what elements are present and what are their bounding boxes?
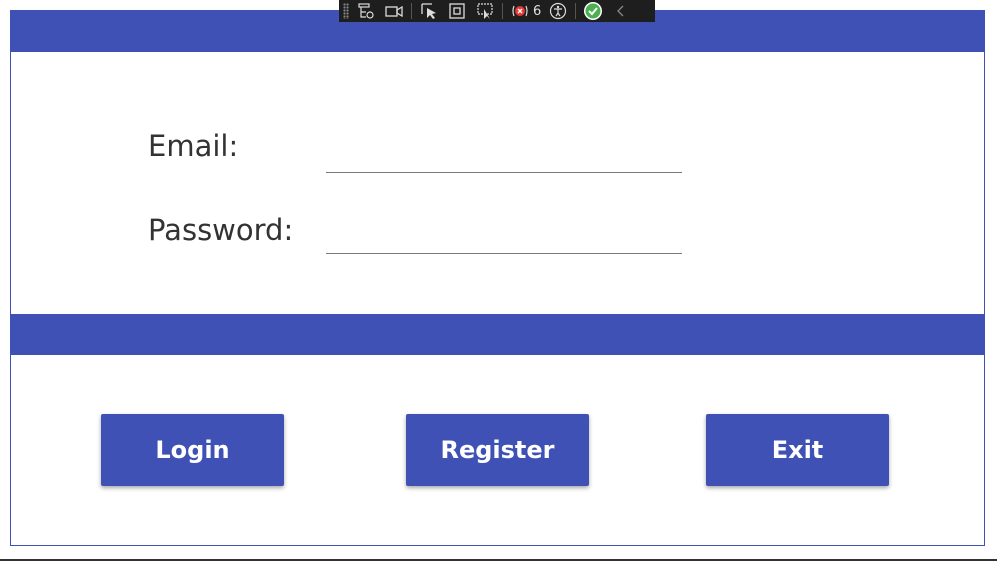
exit-button[interactable]: Exit — [706, 414, 889, 486]
collapse-icon[interactable] — [610, 0, 632, 22]
accessibility-icon[interactable] — [547, 0, 569, 22]
display-layout-adorners-icon[interactable] — [446, 0, 468, 22]
toolbar-separator — [575, 3, 577, 19]
register-button[interactable]: Register — [406, 414, 589, 486]
drag-handle[interactable] — [343, 3, 349, 19]
divider-band — [11, 314, 984, 355]
hot-reload-status-icon[interactable] — [582, 0, 604, 22]
toolbar-separator — [411, 3, 412, 19]
binding-failures-count: 6 — [533, 3, 542, 19]
password-label: Password: — [148, 213, 294, 247]
select-element-icon[interactable] — [418, 0, 440, 22]
email-field[interactable] — [326, 142, 682, 173]
visual-tree-icon[interactable] — [355, 0, 377, 22]
record-icon[interactable] — [383, 0, 405, 22]
password-field[interactable] — [326, 223, 682, 254]
login-button[interactable]: Login — [101, 414, 284, 486]
binding-failures-icon[interactable] — [509, 0, 531, 22]
toolbar-separator — [502, 3, 503, 19]
debug-toolbar: 6 — [339, 0, 655, 22]
track-focus-icon[interactable] — [474, 0, 496, 22]
login-window: Email: Password: Login Register Exit — [10, 10, 985, 546]
email-label: Email: — [148, 129, 239, 163]
